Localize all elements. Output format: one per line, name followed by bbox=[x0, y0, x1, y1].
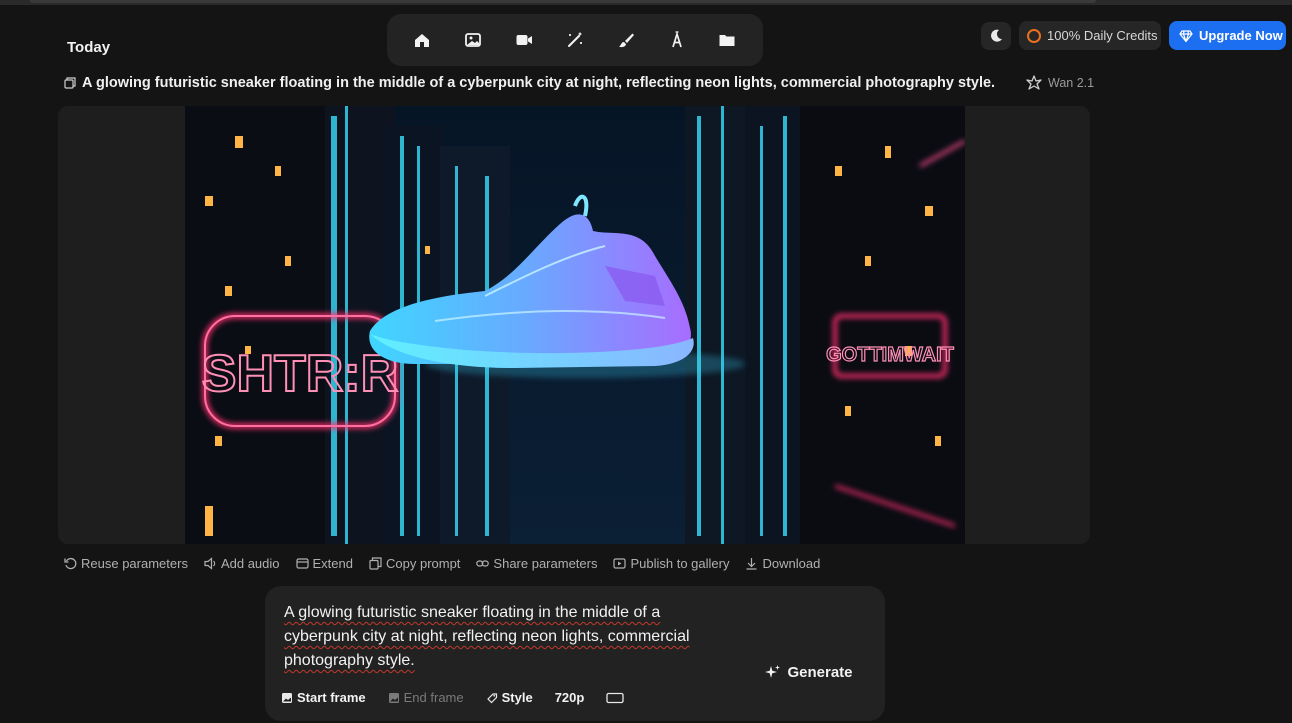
brush-icon[interactable] bbox=[609, 23, 643, 57]
model-logo-icon bbox=[1026, 75, 1042, 90]
magic-wand-icon[interactable] bbox=[558, 23, 592, 57]
scroll-indicator bbox=[30, 0, 1096, 3]
home-icon[interactable] bbox=[405, 23, 439, 57]
upgrade-label: Upgrade Now bbox=[1199, 28, 1283, 43]
copy-prompt-button[interactable]: Copy prompt bbox=[369, 556, 460, 571]
credits-label: 100% Daily Credits bbox=[1047, 28, 1158, 43]
model-label: Wan 2.1 bbox=[1026, 75, 1094, 91]
link-icon bbox=[476, 560, 490, 567]
moon-icon bbox=[991, 29, 1002, 42]
start-frame-label: Start frame bbox=[297, 690, 366, 705]
credit-ring-icon bbox=[1027, 28, 1041, 43]
copy-icon bbox=[369, 557, 382, 570]
aspect-ratio-button[interactable] bbox=[606, 692, 624, 704]
folder-icon[interactable] bbox=[710, 23, 744, 57]
composer-options: Start frame End frame Style 720p bbox=[281, 690, 624, 705]
prompt-composer: A glowing futuristic sneaker floating in… bbox=[265, 586, 885, 721]
reuse-icon bbox=[64, 557, 77, 570]
generate-label: Generate bbox=[787, 663, 853, 681]
download-label: Download bbox=[762, 556, 821, 571]
extend-icon bbox=[295, 558, 309, 569]
model-name: Wan 2.1 bbox=[1048, 76, 1095, 90]
copy-prompt-label: Copy prompt bbox=[386, 556, 461, 571]
neon-sign-right: GOTTIMWAIT bbox=[826, 344, 954, 366]
aspect-ratio-icon bbox=[606, 692, 624, 703]
diamond-icon bbox=[1179, 29, 1193, 42]
generated-video-frame: SHTR:R GOTTIMWAIT bbox=[185, 106, 965, 544]
main-toolbar bbox=[387, 14, 763, 66]
generate-button[interactable]: Generate bbox=[756, 656, 862, 688]
video-icon[interactable] bbox=[507, 23, 541, 57]
resolution-select[interactable]: 720p bbox=[555, 690, 585, 705]
publish-gallery-button[interactable]: Publish to gallery bbox=[613, 556, 729, 571]
reuse-label: Reuse parameters bbox=[81, 556, 188, 571]
style-label: Style bbox=[501, 690, 533, 705]
share-parameters-button[interactable]: Share parameters bbox=[476, 556, 597, 571]
publish-icon bbox=[613, 558, 627, 569]
share-parameters-label: Share parameters bbox=[493, 556, 598, 571]
prompt-textarea[interactable]: A glowing futuristic sneaker floating in… bbox=[284, 601, 734, 673]
add-audio-button[interactable]: Add audio bbox=[204, 556, 280, 571]
result-prompt: A glowing futuristic sneaker floating in… bbox=[64, 75, 995, 91]
speaker-icon bbox=[204, 557, 216, 570]
neon-sign-left: SHTR:R bbox=[202, 345, 398, 403]
add-audio-label: Add audio bbox=[220, 556, 280, 571]
end-frame-button[interactable]: End frame bbox=[388, 690, 464, 705]
publish-gallery-label: Publish to gallery bbox=[630, 556, 730, 571]
credits-badge[interactable]: 100% Daily Credits bbox=[1019, 21, 1161, 50]
download-button[interactable]: Download bbox=[745, 556, 820, 571]
end-frame-label: End frame bbox=[403, 690, 464, 705]
window-top-strip bbox=[0, 0, 1292, 5]
extend-button[interactable]: Extend bbox=[295, 556, 353, 571]
result-actions: Reuse parameters Add audio Extend Copy p… bbox=[64, 556, 820, 571]
section-title: Today bbox=[67, 39, 111, 56]
image-icon bbox=[282, 692, 292, 703]
start-frame-button[interactable]: Start frame bbox=[281, 690, 366, 705]
copy-icon bbox=[64, 77, 76, 89]
upgrade-button[interactable]: Upgrade Now bbox=[1169, 21, 1286, 50]
extend-label: Extend bbox=[312, 556, 353, 571]
style-icon bbox=[486, 692, 497, 703]
resolution-label: 720p bbox=[554, 690, 585, 705]
download-icon bbox=[746, 558, 757, 570]
reuse-parameters-button[interactable]: Reuse parameters bbox=[64, 556, 188, 571]
result-prompt-text: A glowing futuristic sneaker floating in… bbox=[82, 75, 996, 91]
prompt-text: A glowing futuristic sneaker floating in… bbox=[284, 604, 690, 669]
theme-toggle-button[interactable] bbox=[981, 22, 1011, 50]
text-icon[interactable] bbox=[660, 23, 694, 57]
video-preview[interactable]: SHTR:R GOTTIMWAIT bbox=[58, 106, 1090, 544]
image-icon[interactable] bbox=[456, 23, 490, 57]
image-icon bbox=[388, 692, 399, 703]
style-button[interactable]: Style bbox=[486, 690, 533, 705]
sparkle-icon bbox=[765, 665, 781, 678]
